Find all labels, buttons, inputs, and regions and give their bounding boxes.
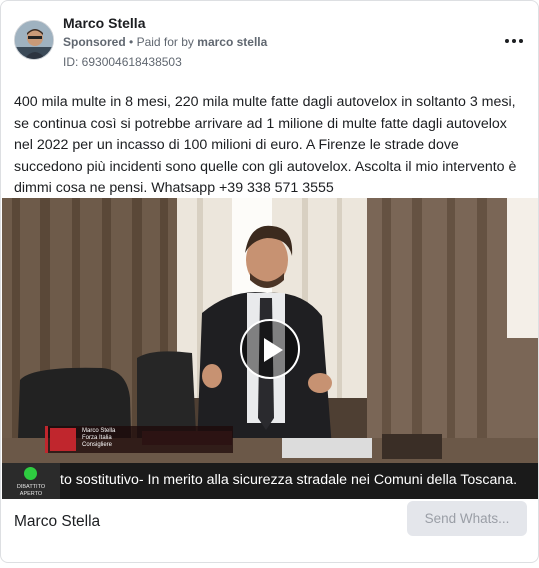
paid-for-by: marco stella (197, 35, 268, 49)
lower-third-text: Marco Stella Forza Italia Consigliere (82, 428, 115, 450)
party-logo-icon (50, 428, 76, 451)
post-header: Marco Stella Sponsored • Paid for by mar… (14, 15, 527, 69)
play-icon (264, 338, 283, 362)
avatar[interactable] (14, 20, 54, 60)
ticker-badge-line2: APERTO (19, 491, 43, 497)
post-body-text: 400 mila multe in 8 mesi, 220 mila multe… (14, 94, 517, 197)
live-dot-icon (24, 467, 37, 480)
ad-id: ID: 693004618438503 (63, 55, 182, 69)
paid-for-prefix: Paid for by (136, 35, 194, 49)
ticker-badge: DIBATTITO APERTO (2, 463, 60, 499)
lower-third-caption: Marco Stella Forza Italia Consigliere (45, 426, 233, 453)
sponsored-label: Sponsored (63, 35, 126, 49)
play-button[interactable] (240, 319, 300, 379)
lower-third-role: Consigliere (82, 442, 113, 449)
footer-page-name[interactable]: Marco Stella (14, 513, 100, 531)
ticker-badge-line1: DIBATTITO (16, 484, 46, 490)
more-horizontal-icon[interactable] (501, 33, 527, 49)
send-whatsapp-button[interactable]: Send Whats... (407, 501, 527, 536)
news-ticker: DIBATTITO APERTO to sostitutivo- In meri… (2, 463, 538, 499)
ad-card: Marco Stella Sponsored • Paid for by mar… (0, 0, 539, 563)
sponsored-meta: Sponsored • Paid for by marco stella (63, 35, 267, 49)
lower-third-party: Forza Italia (82, 435, 112, 442)
lower-third-name: Marco Stella (82, 428, 116, 434)
meta-separator: • (129, 35, 137, 49)
ticker-text: to sostitutivo- In merito alla sicurezza… (60, 472, 518, 488)
author-name[interactable]: Marco Stella (63, 15, 145, 31)
